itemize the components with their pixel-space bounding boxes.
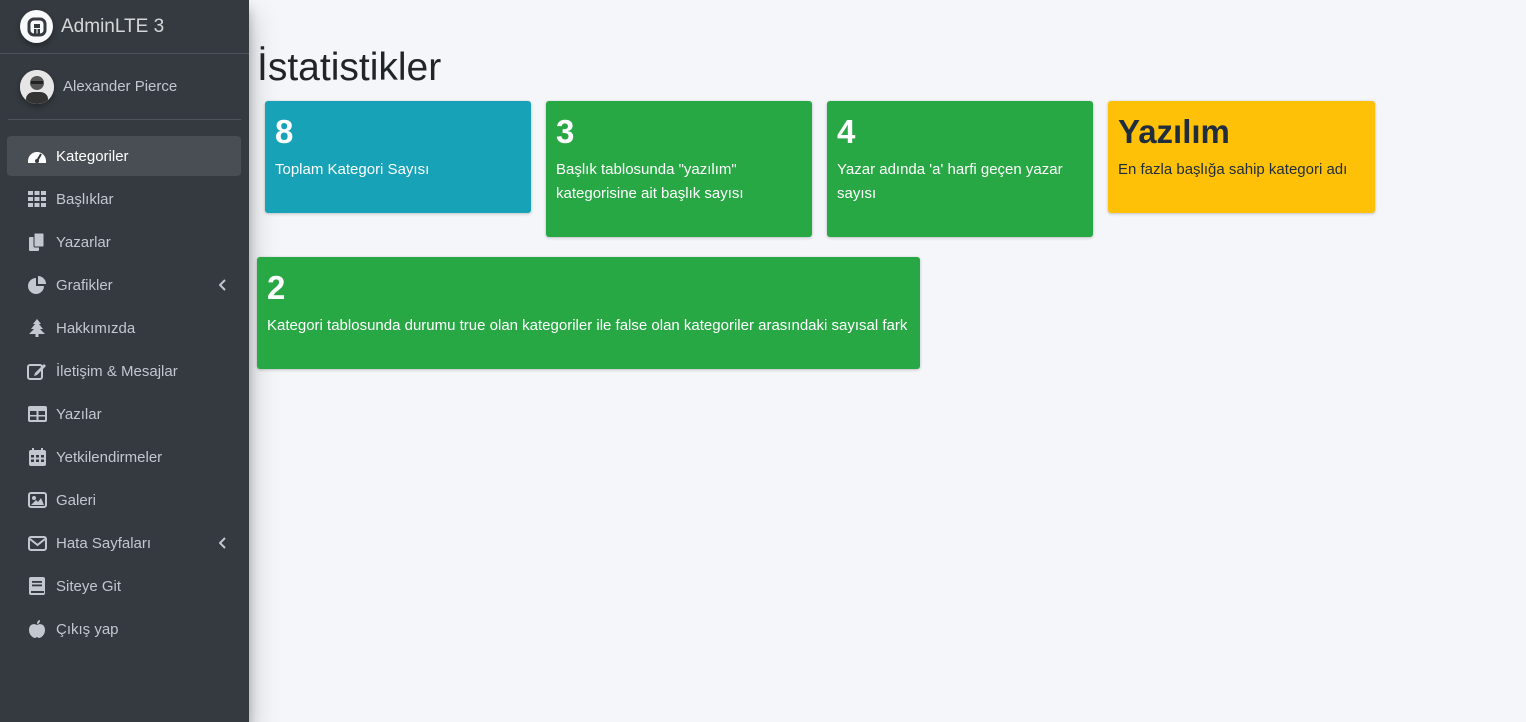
sidebar-item-hakkimizda[interactable]: Hakkımızda <box>7 308 241 348</box>
book-icon <box>27 576 47 596</box>
sidebar-item-yetkilendirmeler[interactable]: Yetkilendirmeler <box>7 437 241 477</box>
stat-box-status-difference: 2 Kategori tablosunda durumu true olan k… <box>257 257 920 369</box>
sidebar-item-grafikler[interactable]: Grafikler <box>7 265 241 305</box>
stat-label: En fazla başlığa sahip kategori adı <box>1118 161 1348 178</box>
sidebar-item-label: Galeri <box>56 491 97 509</box>
stat-box-authors-with-a: 4 Yazar adında 'a' harfi geçen yazar say… <box>827 101 1093 237</box>
sidebar-item-label: Başlıklar <box>56 190 114 208</box>
stat-label: Kategori tablosunda durumu true olan kat… <box>267 317 908 334</box>
main-sidebar: AdminLTE 3 Alexander Pierce Kategoriler … <box>0 0 249 722</box>
brand-link[interactable]: AdminLTE 3 <box>0 0 249 54</box>
sidebar-item-label: Siteye Git <box>56 577 122 595</box>
sidebar-item-label: Yazarlar <box>56 233 111 251</box>
stat-label: Yazar adında 'a' harfi geçen yazar sayıs… <box>837 161 1063 202</box>
chevron-left-icon <box>218 536 227 553</box>
envelope-icon <box>27 533 47 553</box>
table-icon <box>27 404 47 424</box>
page-title: İstatistikler <box>257 46 442 89</box>
sidebar-item-hata-sayfalari[interactable]: Hata Sayfaları <box>7 523 241 563</box>
edit-icon <box>27 361 47 381</box>
pie-chart-icon <box>27 275 47 295</box>
user-avatar[interactable] <box>20 69 54 104</box>
sidebar-item-label: Yazılar <box>56 405 102 423</box>
tachometer-icon <box>27 146 47 166</box>
sidebar-item-label: Hakkımızda <box>56 319 136 337</box>
tree-icon <box>27 318 47 338</box>
sidebar-item-siteye-git[interactable]: Siteye Git <box>7 566 241 606</box>
user-panel: Alexander Pierce <box>8 54 241 120</box>
adminlte-logo-icon <box>20 10 53 43</box>
sidebar-item-kategoriler[interactable]: Kategoriler <box>7 136 241 176</box>
apple-icon <box>27 619 47 639</box>
sidebar-item-cikis-yap[interactable]: Çıkış yap <box>7 609 241 649</box>
sidebar-item-galeri[interactable]: Galeri <box>7 480 241 520</box>
sidebar-item-label: Grafikler <box>56 276 113 294</box>
stat-value: Yazılım <box>1118 113 1230 150</box>
stat-box-yazilim-titles: 3 Başlık tablosunda "yazılım" kategorisi… <box>546 101 812 237</box>
stat-label: Başlık tablosunda "yazılım" kategorisine… <box>556 161 744 202</box>
sidebar-item-yazarlar[interactable]: Yazarlar <box>7 222 241 262</box>
stat-value: 3 <box>556 113 575 150</box>
stat-value: 2 <box>267 269 286 306</box>
sidebar-menu: Kategoriler Başlıklar Yazarlar Grafikler <box>0 120 249 649</box>
sidebar-item-label: Yetkilendirmeler <box>56 448 163 466</box>
stat-box-total-categories: 8 Toplam Kategori Sayısı <box>265 101 531 213</box>
stat-value: 8 <box>275 113 294 150</box>
brand-text: AdminLTE 3 <box>61 15 165 37</box>
sidebar-item-yazilar[interactable]: Yazılar <box>7 394 241 434</box>
stat-label: Toplam Kategori Sayısı <box>275 161 430 178</box>
sidebar-item-label: Çıkış yap <box>56 620 119 638</box>
sidebar-item-label: Hata Sayfaları <box>56 534 152 552</box>
chevron-left-icon <box>218 278 227 295</box>
image-icon <box>27 490 47 510</box>
calendar-icon <box>27 447 47 467</box>
user-name-link[interactable]: Alexander Pierce <box>63 78 177 95</box>
sidebar-item-iletisim[interactable]: İletişim & Mesajlar <box>7 351 241 391</box>
stat-value: 4 <box>837 113 856 150</box>
stat-box-top-category: Yazılım En fazla başlığa sahip kategori … <box>1108 101 1375 213</box>
grid-icon <box>27 189 47 209</box>
copy-icon <box>27 232 47 252</box>
sidebar-item-label: İletişim & Mesajlar <box>56 362 178 380</box>
sidebar-item-basliklar[interactable]: Başlıklar <box>7 179 241 219</box>
sidebar-item-label: Kategoriler <box>56 147 129 165</box>
